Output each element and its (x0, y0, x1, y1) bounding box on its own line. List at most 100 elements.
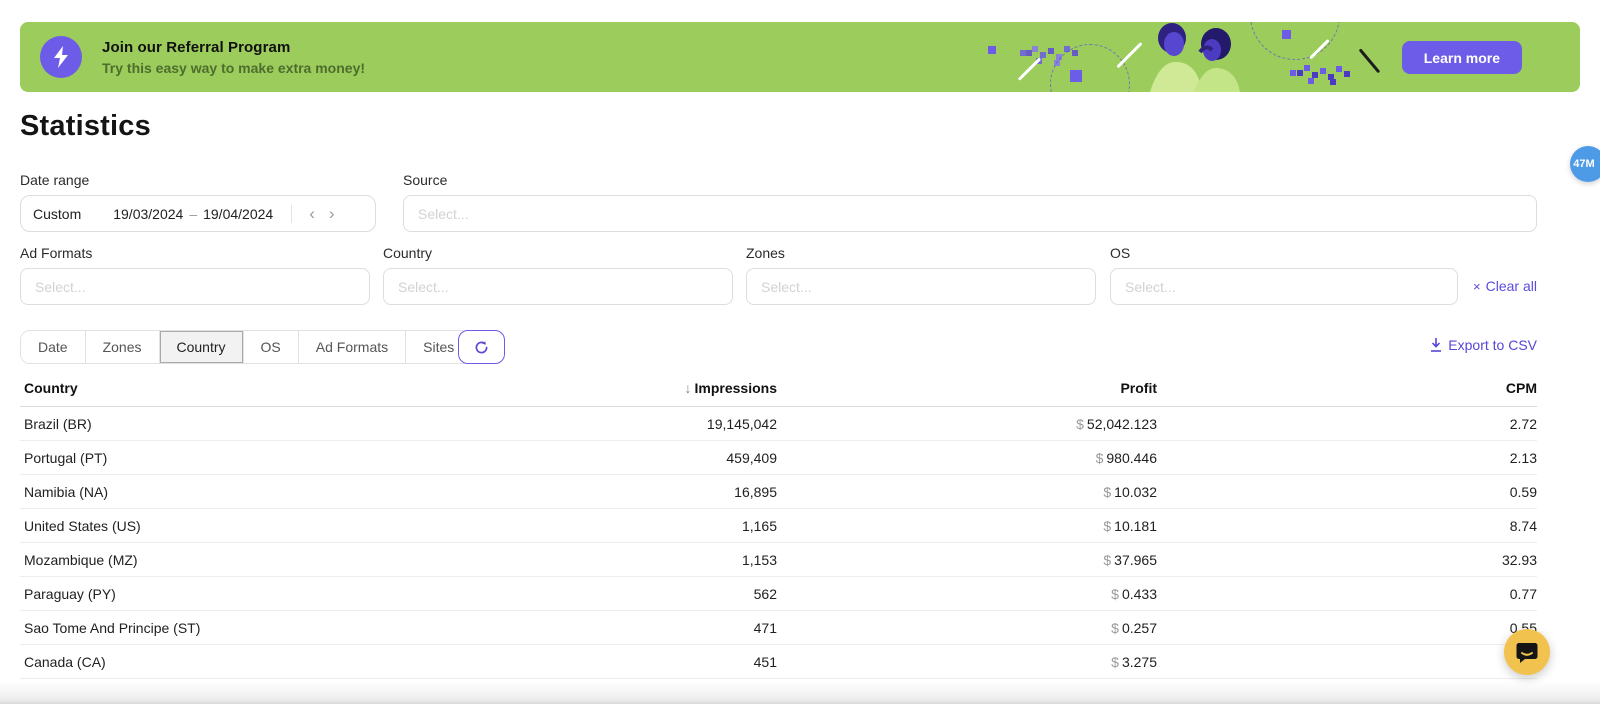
date-range-mode[interactable]: Custom (33, 206, 81, 222)
sort-desc-icon: ↓ (685, 380, 692, 396)
tab-zones[interactable]: Zones (86, 331, 160, 363)
date-range-picker[interactable]: Custom 19/03/2024 – 19/04/2024 ‹ › (20, 195, 376, 232)
table-row[interactable]: Paraguay (PY) 562 $0.433 0.77 (20, 577, 1537, 611)
impressions-cell: 16,895 (400, 475, 777, 509)
country-label: Country (383, 245, 432, 261)
learn-more-button[interactable]: Learn more (1402, 41, 1522, 74)
currency-symbol: $ (1111, 586, 1119, 602)
cpm-cell: 8.74 (1157, 509, 1537, 543)
zones-label: Zones (746, 245, 785, 261)
cpm-cell: 0.77 (1157, 577, 1537, 611)
refresh-button[interactable] (458, 330, 505, 364)
currency-symbol: $ (1103, 484, 1111, 500)
date-start[interactable]: 19/03/2024 (113, 206, 183, 222)
table-row[interactable]: Sao Tome And Principe (ST) 471 $0.257 0.… (20, 611, 1537, 645)
tab-country[interactable]: Country (160, 331, 244, 363)
currency-symbol: $ (1103, 552, 1111, 568)
pixel-cluster-decoration (1290, 70, 1296, 76)
country-cell: Namibia (NA) (20, 475, 400, 509)
cpm-cell: 2.72 (1157, 407, 1537, 441)
table-row[interactable]: United States (US) 1,165 $10.181 8.74 (20, 509, 1537, 543)
source-label: Source (403, 172, 447, 188)
table-row[interactable]: Mozambique (MZ) 1,153 $37.965 32.93 (20, 543, 1537, 577)
profit-cell: $3.275 (777, 645, 1157, 679)
profit-cell: $10.032 (777, 475, 1157, 509)
currency-symbol: $ (1111, 654, 1119, 670)
profit-cell: $0.257 (777, 611, 1157, 645)
cpm-cell (1157, 645, 1537, 679)
date-end[interactable]: 19/04/2024 (203, 206, 273, 222)
slash-decoration (1116, 42, 1142, 68)
impressions-cell: 459,409 (400, 441, 777, 475)
banner-subtitle: Try this easy way to make extra money! (102, 60, 365, 76)
divider (291, 205, 292, 223)
download-icon (1430, 338, 1442, 352)
tab-ad-formats[interactable]: Ad Formats (299, 331, 406, 363)
os-label: OS (1110, 245, 1130, 261)
tab-os[interactable]: OS (244, 331, 299, 363)
dashed-circle-decoration (1250, 22, 1340, 60)
country-cell: Portugal (PT) (20, 441, 400, 475)
impressions-cell: 19,145,042 (400, 407, 777, 441)
referral-banner: Join our Referral Program Try this easy … (20, 22, 1580, 92)
table-row[interactable]: Portugal (PT) 459,409 $980.446 2.13 (20, 441, 1537, 475)
slash-decoration (1018, 58, 1041, 81)
ad-formats-select[interactable] (20, 268, 370, 305)
slash-decoration (1359, 49, 1380, 74)
profit-cell: $52,042.123 (777, 407, 1157, 441)
impressions-cell: 562 (400, 577, 777, 611)
table-header-row: Country ↓Impressions Profit CPM (20, 374, 1537, 407)
currency-symbol: $ (1076, 416, 1084, 432)
table-row[interactable]: Namibia (NA) 16,895 $10.032 0.59 (20, 475, 1537, 509)
profit-cell: $37.965 (777, 543, 1157, 577)
clear-icon: × (1473, 279, 1481, 294)
chat-widget-button[interactable] (1504, 629, 1550, 675)
country-cell: Canada (CA) (20, 645, 400, 679)
country-cell: Sao Tome And Principe (ST) (20, 611, 400, 645)
cpm-cell: 0.59 (1157, 475, 1537, 509)
banner-decoration (960, 22, 1400, 92)
table-row[interactable]: Brazil (BR) 19,145,042 $52,042.123 2.72 (20, 407, 1537, 441)
people-photo (1120, 22, 1260, 92)
source-select[interactable] (403, 195, 1537, 232)
banner-text-block: Join our Referral Program Try this easy … (20, 36, 365, 78)
country-cell: Brazil (BR) (20, 407, 400, 441)
page-title: Statistics (20, 110, 151, 143)
lightning-icon (40, 36, 82, 78)
column-header-country[interactable]: Country (20, 374, 400, 407)
chevron-left-icon[interactable]: ‹ (306, 205, 318, 222)
currency-symbol: $ (1103, 518, 1111, 534)
column-header-profit[interactable]: Profit (777, 374, 1157, 407)
date-separator: – (189, 206, 197, 222)
country-select[interactable] (383, 268, 733, 305)
ad-formats-label: Ad Formats (20, 245, 92, 261)
banner-title: Join our Referral Program (102, 39, 365, 56)
square-decoration (1282, 30, 1291, 39)
currency-symbol: $ (1096, 450, 1104, 466)
square-decoration (1070, 70, 1082, 82)
statistics-page: Join our Referral Program Try this easy … (0, 0, 1600, 704)
country-cell: United States (US) (20, 509, 400, 543)
table-row[interactable]: Canada (CA) 451 $3.275 (20, 645, 1537, 679)
square-decoration (988, 46, 996, 54)
dashed-circle-decoration (1050, 44, 1130, 92)
notification-badge[interactable]: 47M (1570, 146, 1600, 182)
cpm-cell: 32.93 (1157, 543, 1537, 577)
profit-cell: $980.446 (777, 441, 1157, 475)
pixel-cluster-decoration (1020, 50, 1026, 56)
currency-symbol: $ (1111, 620, 1119, 636)
tab-date[interactable]: Date (21, 331, 86, 363)
refresh-icon (474, 340, 489, 355)
clear-all-button[interactable]: × Clear all (1473, 278, 1537, 294)
chat-bubble-icon (1515, 640, 1539, 664)
column-header-impressions[interactable]: ↓Impressions (400, 374, 777, 407)
zones-select[interactable] (746, 268, 1096, 305)
column-header-cpm[interactable]: CPM (1157, 374, 1537, 407)
impressions-cell: 451 (400, 645, 777, 679)
date-range-label: Date range (20, 172, 89, 188)
impressions-cell: 471 (400, 611, 777, 645)
export-csv-button[interactable]: Export to CSV (1430, 337, 1537, 353)
os-select[interactable] (1110, 268, 1458, 305)
stats-table: Country ↓Impressions Profit CPM Brazil (… (20, 374, 1537, 679)
chevron-right-icon[interactable]: › (326, 205, 338, 222)
